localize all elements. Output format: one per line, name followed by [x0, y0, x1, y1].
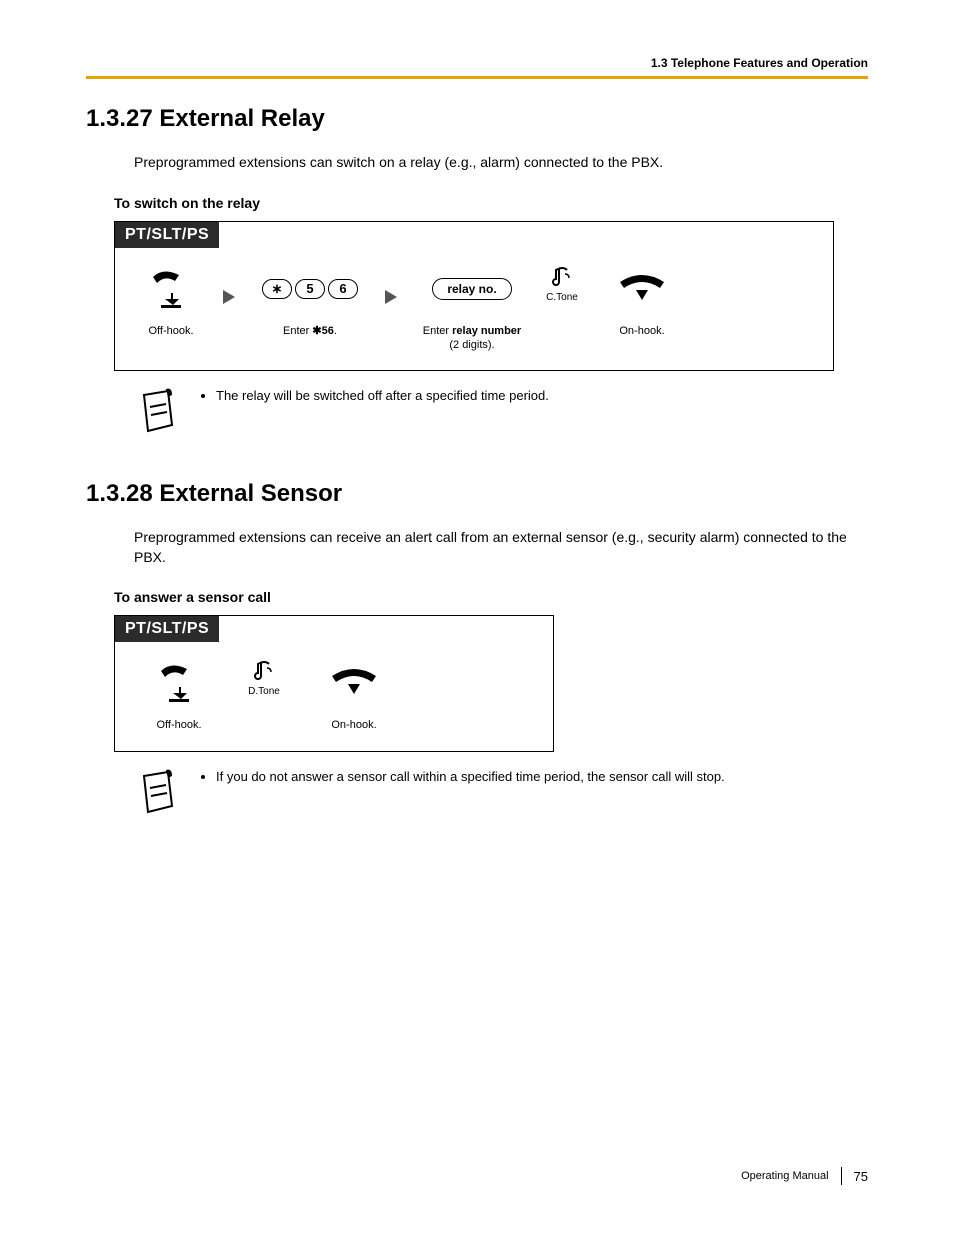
relay-no-field: relay no.	[432, 278, 511, 300]
step-dial-56: ∗ 5 6 Enter ✱56.	[245, 268, 375, 338]
arrow-icon	[385, 290, 397, 309]
note-icon	[136, 387, 180, 435]
step-offhook: Off-hook.	[129, 268, 213, 338]
relay-note-text: The relay will be switched off after a s…	[216, 387, 549, 405]
key-5: 5	[295, 279, 325, 299]
relay-subhead: To switch on the relay	[114, 195, 868, 211]
step-onhook: On-hook.	[597, 268, 687, 338]
onhook-icon	[328, 666, 380, 700]
sensor-intro: Preprogrammed extensions can receive an …	[134, 528, 868, 567]
relay-note: The relay will be switched off after a s…	[136, 387, 868, 440]
step-offhook: Off-hook.	[129, 662, 229, 732]
arrow-icon	[223, 290, 235, 309]
note-icon	[136, 768, 180, 816]
section-title-sensor: 1.3.28 External Sensor	[86, 480, 868, 508]
footer-label: Operating Manual	[741, 1170, 828, 1182]
sensor-subhead: To answer a sensor call	[114, 589, 868, 605]
relay-procedure-box: PT/SLT/PS Off-hook. ∗ 5 6 Enter ✱56.	[114, 221, 834, 372]
onhook-icon	[616, 272, 668, 306]
section-title-relay: 1.3.27 External Relay	[86, 105, 868, 133]
terminal-tag: PT/SLT/PS	[115, 222, 219, 248]
header-rule	[86, 76, 868, 79]
relay-intro: Preprogrammed extensions can switch on a…	[134, 153, 868, 173]
footer-divider	[841, 1167, 842, 1185]
running-header: 1.3 Telephone Features and Operation	[86, 56, 868, 70]
page-number: 75	[854, 1169, 868, 1184]
step-dtone: D.Tone	[229, 658, 299, 697]
step-onhook: On-hook.	[299, 662, 409, 732]
step-relay-no: relay no. Enter relay number(2 digits).	[407, 268, 537, 353]
tone-icon	[251, 658, 277, 684]
step-ctone: C.Tone	[537, 264, 587, 303]
key-star: ∗	[262, 279, 292, 299]
terminal-tag: PT/SLT/PS	[115, 616, 219, 642]
offhook-icon	[149, 269, 193, 309]
offhook-icon	[157, 663, 201, 703]
sensor-note: If you do not answer a sensor call withi…	[136, 768, 868, 821]
page-footer: Operating Manual 75	[741, 1167, 868, 1185]
sensor-procedure-box: PT/SLT/PS Off-hook. D.Tone	[114, 615, 554, 751]
key-6: 6	[328, 279, 358, 299]
sensor-note-text: If you do not answer a sensor call withi…	[216, 768, 725, 786]
tone-icon	[549, 264, 575, 290]
